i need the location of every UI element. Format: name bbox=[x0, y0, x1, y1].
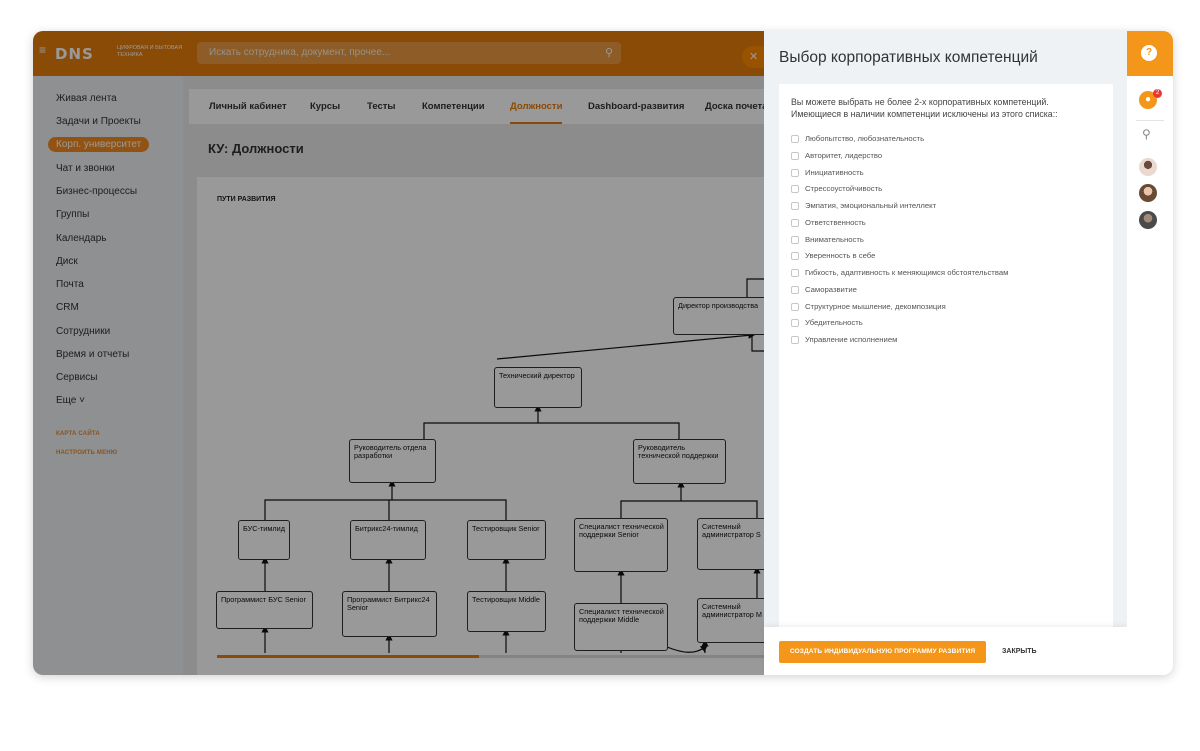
slider-title: Выбор корпоративных компетенций bbox=[779, 49, 1038, 66]
modal-overlay[interactable] bbox=[33, 31, 764, 675]
competency-slider: Выбор корпоративных компетенций Вы может… bbox=[764, 31, 1127, 675]
checkbox[interactable] bbox=[791, 135, 799, 143]
app-window: ≡ DNS ЦИФРОВАЯ И БЫТОВАЯ ТЕХНИКА Искать … bbox=[33, 31, 1173, 675]
competency-label[interactable]: Любопытство, любознательность bbox=[805, 134, 924, 143]
search-icon[interactable]: ⚲ bbox=[1142, 127, 1151, 141]
checkbox[interactable] bbox=[791, 336, 799, 344]
checkbox[interactable] bbox=[791, 152, 799, 160]
competency-label[interactable]: Стрессоустойчивость bbox=[805, 184, 882, 193]
slider-body: Вы можете выбрать не более 2-х корпорати… bbox=[779, 84, 1113, 627]
right-panel: ? ● 2 ⚲ bbox=[1127, 31, 1173, 675]
intro-text-line2: Имеющиеся в наличии компетенции исключен… bbox=[791, 109, 1058, 119]
slider-footer: СОЗДАТЬ ИНДИВИДУАЛЬНУЮ ПРОГРАММУ РАЗВИТИ… bbox=[764, 627, 1127, 675]
help-icon[interactable]: ? bbox=[1141, 45, 1157, 61]
checkbox[interactable] bbox=[791, 319, 799, 327]
competency-label[interactable]: Эмпатия, эмоциональный интеллект bbox=[805, 201, 936, 210]
competency-label[interactable]: Саморазвитие bbox=[805, 285, 857, 294]
competency-label[interactable]: Уверенность в себе bbox=[805, 251, 875, 260]
competency-label[interactable]: Убедительность bbox=[805, 318, 863, 327]
checkbox[interactable] bbox=[791, 303, 799, 311]
competency-label[interactable]: Структурное мышление, декомпозиция bbox=[805, 302, 946, 311]
checkbox[interactable] bbox=[791, 169, 799, 177]
help-area: ? bbox=[1127, 31, 1173, 76]
checkbox[interactable] bbox=[791, 286, 799, 294]
checkbox[interactable] bbox=[791, 219, 799, 227]
checkbox[interactable] bbox=[791, 202, 799, 210]
notification-badge: 2 bbox=[1153, 89, 1162, 98]
checkbox[interactable] bbox=[791, 185, 799, 193]
checkbox[interactable] bbox=[791, 269, 799, 277]
competency-label[interactable]: Гибкость, адаптивность к меняющимся обст… bbox=[805, 268, 1008, 277]
competency-label[interactable]: Управление исполнением bbox=[805, 335, 897, 344]
create-program-button[interactable]: СОЗДАТЬ ИНДИВИДУАЛЬНУЮ ПРОГРАММУ РАЗВИТИ… bbox=[779, 641, 986, 663]
avatar[interactable] bbox=[1139, 158, 1157, 176]
divider bbox=[1136, 120, 1164, 121]
avatar[interactable] bbox=[1139, 184, 1157, 202]
avatar[interactable] bbox=[1139, 211, 1157, 229]
competency-label[interactable]: Авторитет, лидерство bbox=[805, 151, 882, 160]
checkbox[interactable] bbox=[791, 252, 799, 260]
competency-label[interactable]: Инициативность bbox=[805, 168, 864, 177]
close-button[interactable]: ЗАКРЫТЬ bbox=[1002, 641, 1037, 663]
competency-label[interactable]: Внимательность bbox=[805, 235, 864, 244]
checkbox[interactable] bbox=[791, 236, 799, 244]
competency-label[interactable]: Ответственность bbox=[805, 218, 866, 227]
intro-text-line1: Вы можете выбрать не более 2-х корпорати… bbox=[791, 97, 1049, 107]
